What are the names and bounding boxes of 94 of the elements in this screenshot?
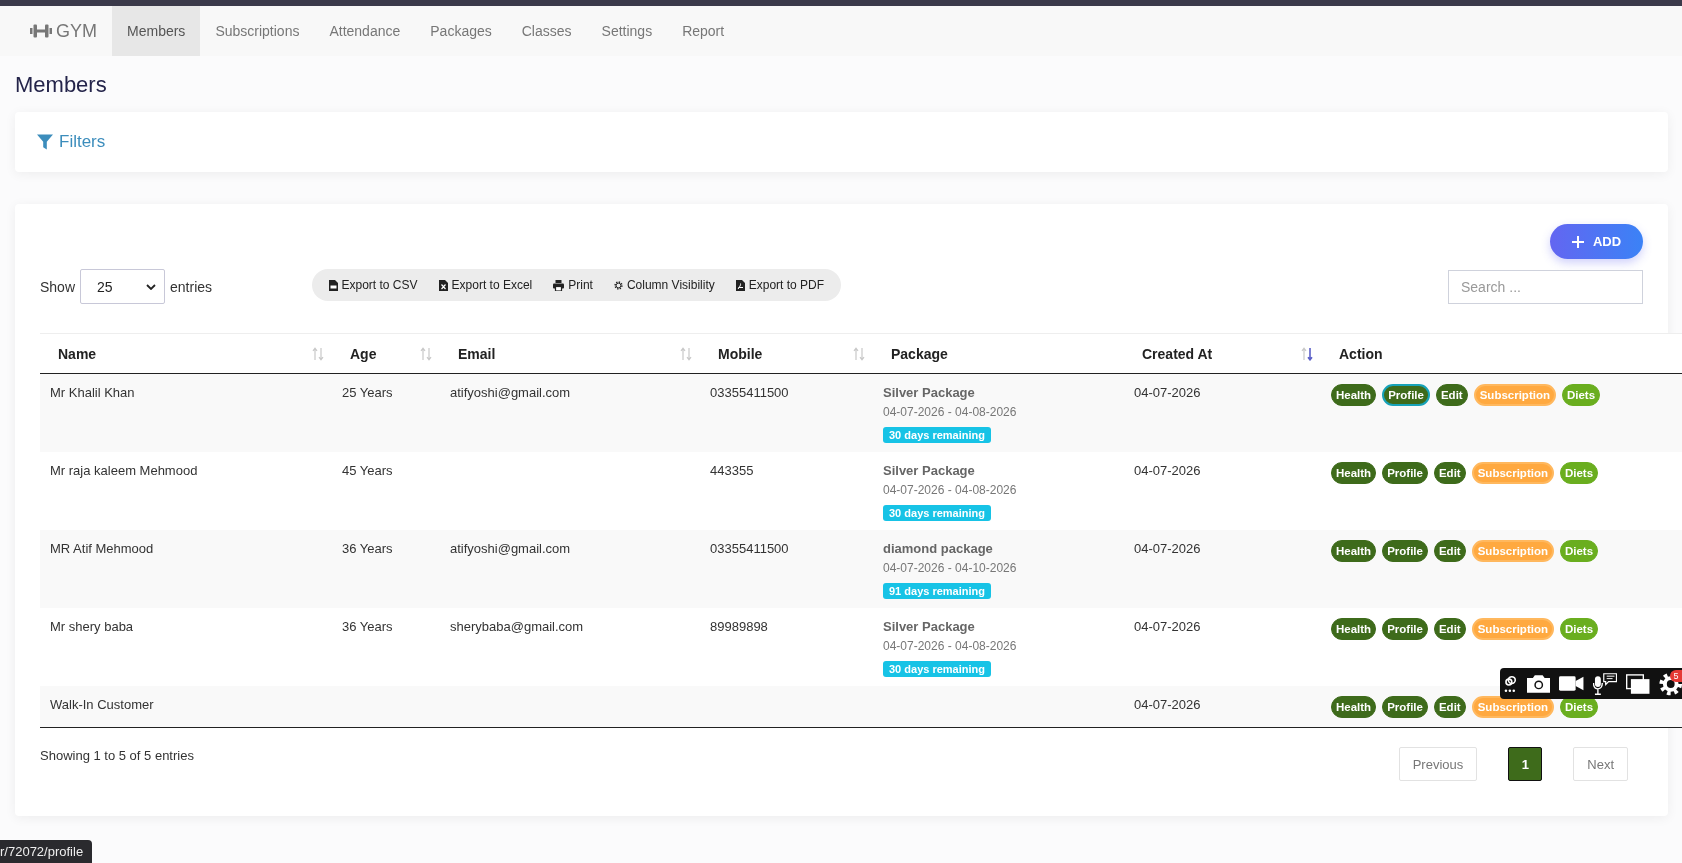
nav-tab[interactable]: Report	[667, 6, 740, 56]
package-name: diamond package	[883, 540, 993, 557]
export-button[interactable]: Export to CSV	[318, 269, 429, 301]
export-button[interactable]: Export to PDF	[725, 269, 835, 301]
printer-icon	[553, 279, 565, 291]
created-at-cell: 04-07-2026	[1134, 385, 1201, 400]
plus-icon	[1571, 235, 1584, 248]
file-x-icon	[438, 279, 448, 291]
file-icon	[328, 279, 338, 291]
action-button[interactable]: Profile	[1382, 696, 1428, 718]
age-cell: 45 Years	[342, 463, 393, 478]
nav-tab[interactable]: Settings	[586, 6, 668, 56]
action-button[interactable]: Health	[1331, 618, 1377, 640]
action-button[interactable]: Edit	[1435, 384, 1468, 406]
brand-link[interactable]: GYM	[30, 6, 97, 56]
add-button[interactable]: ADD	[1550, 224, 1643, 259]
dumbbell-icon	[30, 24, 52, 38]
nav-tab[interactable]: Members	[112, 6, 201, 56]
email-cell: atifyoshi@gmail.com	[450, 385, 571, 400]
link-preview-tooltip: r/72072/profile	[0, 840, 93, 863]
created-at-cell: 04-07-2026	[1134, 463, 1201, 478]
package-dates: 04-07-2026 - 04-08-2026	[883, 638, 1017, 655]
age-cell: 36 Years	[342, 619, 393, 634]
mobile-cell: 443355	[710, 463, 754, 478]
name-cell: MR Atif Mehmood	[50, 541, 154, 556]
column-header: Package	[873, 333, 1124, 374]
notification-badge: 5	[1670, 670, 1682, 682]
action-button[interactable]: Edit	[1433, 618, 1466, 640]
package-dates: 04-07-2026 - 04-08-2026	[883, 404, 1017, 421]
show-label: Show	[40, 278, 76, 295]
nav-tab[interactable]: Subscriptions	[200, 6, 315, 56]
nav-tab[interactable]: Attendance	[314, 6, 416, 56]
page-title: Members	[15, 71, 108, 99]
column-header[interactable]: Created At	[1124, 333, 1321, 374]
action-button[interactable]: Profile	[1382, 618, 1428, 640]
settings-icon[interactable]	[1658, 671, 1682, 696]
email-cell: sherybaba@gmail.com	[450, 619, 584, 634]
package-dates: 04-07-2026 - 04-08-2026	[883, 482, 1017, 499]
name-cell: Mr Khalil Khan	[50, 385, 135, 400]
action-button[interactable]: Health	[1331, 540, 1377, 562]
file-icon	[735, 279, 745, 291]
action-button[interactable]: Health	[1331, 696, 1377, 718]
created-at-cell: 04-07-2026	[1134, 697, 1201, 712]
days-remaining-badge: 30 days remaining	[883, 661, 991, 677]
package-dates: 04-07-2026 - 04-10-2026	[883, 560, 1017, 577]
created-at-cell: 04-07-2026	[1134, 541, 1201, 556]
action-button[interactable]: Edit	[1433, 696, 1466, 718]
action-button[interactable]: Edit	[1433, 540, 1466, 562]
age-cell: 36 Years	[342, 541, 393, 556]
name-cell: Mr shery baba	[50, 619, 134, 634]
camera-icon[interactable]	[1526, 674, 1551, 693]
entries-select[interactable]: 25	[80, 269, 166, 304]
action-button[interactable]: Profile	[1382, 462, 1428, 484]
export-button[interactable]: Print	[542, 269, 604, 301]
video-camera-icon[interactable]	[1559, 676, 1584, 691]
email-cell: atifyoshi@gmail.com	[450, 541, 571, 556]
days-remaining-badge: 91 days remaining	[883, 583, 991, 599]
export-button[interactable]: Column Visibility	[603, 269, 726, 301]
action-button[interactable]: Edit	[1433, 462, 1466, 484]
funnel-icon	[37, 134, 53, 150]
gear-icon	[613, 280, 623, 290]
nav-tab[interactable]: Packages	[415, 6, 507, 56]
package-name: Silver Package	[883, 462, 975, 479]
column-header[interactable]: Age	[332, 333, 440, 374]
link-icon[interactable]	[1504, 674, 1518, 693]
name-cell: Walk-In Customer	[50, 697, 154, 712]
package-name: Silver Package	[883, 618, 975, 635]
chevron-down-icon	[146, 283, 157, 290]
column-header[interactable]: Name	[40, 333, 332, 374]
microphone-chat-icon[interactable]	[1592, 672, 1618, 695]
column-header: Action	[1321, 333, 1682, 374]
created-at-cell: 04-07-2026	[1134, 619, 1201, 634]
action-button[interactable]: Profile	[1382, 384, 1430, 406]
days-remaining-badge: 30 days remaining	[883, 505, 991, 521]
mobile-cell: 03355411500	[710, 541, 789, 556]
mobile-cell: 89989898	[710, 619, 768, 634]
column-header[interactable]: Email	[440, 333, 700, 374]
search-field[interactable]: Search ...	[1448, 269, 1643, 304]
action-button[interactable]: Profile	[1382, 540, 1428, 562]
package-name: Silver Package	[883, 384, 975, 401]
days-remaining-badge: 30 days remaining	[883, 427, 991, 443]
mobile-cell: 03355411500	[710, 385, 789, 400]
nav-tab[interactable]: Classes	[506, 6, 587, 56]
filters-toggle[interactable]: Filters	[37, 132, 106, 152]
entries-info: Showing 1 to 5 of 5 entries	[40, 747, 194, 764]
page-button[interactable]: 1	[1508, 747, 1543, 781]
overlapping-windows-icon[interactable]	[1626, 673, 1650, 694]
name-cell: Mr raja kaleem Mehmood	[50, 463, 198, 478]
age-cell: 25 Years	[342, 385, 393, 400]
action-button[interactable]: Health	[1331, 462, 1377, 484]
export-button[interactable]: Export to Excel	[428, 269, 543, 301]
column-header[interactable]: Mobile	[700, 333, 873, 374]
action-button[interactable]: Health	[1331, 384, 1377, 406]
entries-label: entries	[170, 278, 213, 295]
